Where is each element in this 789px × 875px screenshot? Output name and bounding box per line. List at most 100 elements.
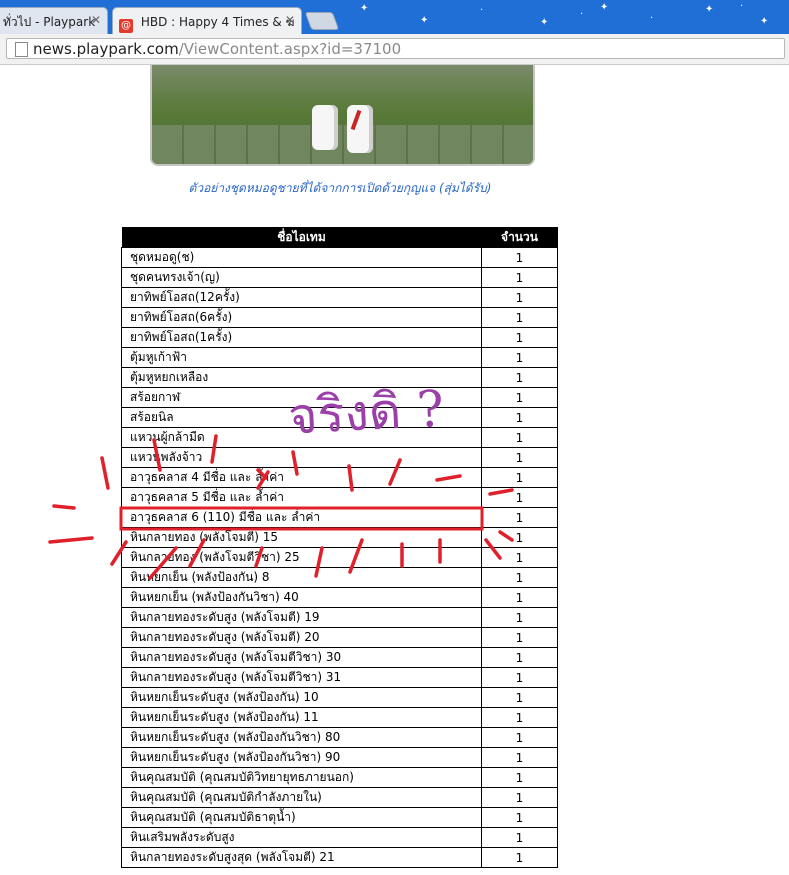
quantity-cell: 1 [481, 427, 558, 448]
quantity-cell: 1 [481, 747, 558, 768]
tab-strip: ✦ ✦ · ✦ ✦ · ✦ ✦ · · ทั่วไป - Playpark ✕ @ HBD… [0, 0, 789, 34]
table-row: ตุ้มหูหยกเหลือง 1 [121, 367, 558, 388]
item-name-cell: หินหยกเย็น (พลังป้องกันวิชา) 40 [121, 587, 482, 608]
item-table: ชื่อไอเทม จำนวน ชุดหมอดู(ช) 1 ชุดคนทรงเจ้า… [121, 227, 558, 868]
table-row: หินกลายทองระดับสูง (พลังโจมตีวิชา) 31 1 [121, 667, 558, 688]
item-name-cell: หินกลายทอง (พลังโจมตีวิชา) 25 [121, 547, 482, 568]
quantity-cell: 1 [481, 527, 558, 548]
table-row: หินคุณสมบัติ (คุณสมบัติธาตุน้ำ) 1 [121, 807, 558, 828]
url-path: /ViewContent.aspx?id=37100 [178, 40, 402, 58]
table-row: หินหยกเย็นระดับสูง (พลังป้องกัน) 11 1 [121, 707, 558, 728]
table-row: หินกลายทอง (พลังโจมตี) 15 1 [121, 527, 558, 548]
table-row: ชุดคนทรงเจ้า(ญ) 1 [121, 267, 558, 288]
item-name-cell: ชุดหมอดู(ช) [121, 247, 482, 268]
item-name-cell: อาวุธคลาส 5 มีชื่อ และ ล้ำค่า [121, 487, 482, 508]
table-header-row: ชื่อไอเทม จำนวน [121, 227, 558, 248]
quantity-cell: 1 [481, 687, 558, 708]
item-name-cell: ตุ้มหูหยกเหลือง [121, 367, 482, 388]
table-row: หินหยกเย็นระดับสูง (พลังป้องกันวิชา) 80 1 [121, 727, 558, 748]
close-icon[interactable]: ✕ [285, 13, 295, 27]
quantity-cell: 1 [481, 727, 558, 748]
item-name-cell: หินคุณสมบัติ (คุณสมบัติกำลังภายใน) [121, 787, 482, 808]
quantity-cell: 1 [481, 807, 558, 828]
quantity-cell: 1 [481, 507, 558, 528]
quantity-cell: 1 [481, 587, 558, 608]
item-name-cell: สร้อยนิล [121, 407, 482, 428]
item-name-cell: ยาทิพย์โอสถ(6ครั้ง) [121, 307, 482, 328]
table-row: ตุ้มหูเก้าฟ้า 1 [121, 347, 558, 368]
item-name-cell: หินหยกเย็นระดับสูง (พลังป้องกัน) 11 [121, 707, 482, 728]
quantity-cell: 1 [481, 607, 558, 628]
image-caption: ตัวอย่างชุดหมอดูชายที่ได้จากการเปิดด้วยก… [188, 181, 492, 195]
item-name-cell: หินหยกเย็น (พลังป้องกัน) 8 [121, 567, 482, 588]
item-name-cell: หินเสริมพลังระดับสูง [121, 827, 482, 848]
table-row: หินหยกเย็นระดับสูง (พลังป้องกัน) 10 1 [121, 687, 558, 708]
quantity-cell: 1 [481, 367, 558, 388]
quantity-cell: 1 [481, 347, 558, 368]
quantity-cell: 1 [481, 447, 558, 468]
table-row: ยาทิพย์โอสถ(6ครั้ง) 1 [121, 307, 558, 328]
table-row: แหวนผู้กล้ามืด 1 [121, 427, 558, 448]
table-row: หินหยกเย็น (พลังป้องกัน) 81 [121, 567, 558, 588]
quantity-cell: 1 [481, 847, 558, 868]
toolbar: news.playpark.com/ViewContent.aspx?id=37… [0, 34, 789, 65]
column-header-quantity: จำนวน [481, 227, 558, 248]
item-name-cell: แหวนผู้กล้ามืด [121, 427, 482, 448]
item-name-cell: หินกลายทองระดับสูง (พลังโจมตีวิชา) 31 [121, 667, 482, 688]
quantity-cell: 1 [481, 667, 558, 688]
item-name-cell: อาวุธคลาส 4 มีชื่อ และ ล้ำค่า [121, 467, 482, 488]
table-row: สร้อยกาฬ 1 [121, 387, 558, 408]
quantity-cell: 1 [481, 707, 558, 728]
quantity-cell: 1 [481, 307, 558, 328]
table-row: หินคุณสมบัติ (คุณสมบัติวิทยายุทธภายนอก) 1 [121, 767, 558, 788]
item-name-cell: หินคุณสมบัติ (คุณสมบัติวิทยายุทธภายนอก) [121, 767, 482, 788]
item-name-cell: หินกลายทองระดับสูงสุด (พลังโจมตี) 21 [121, 847, 482, 868]
page-content: ตัวอย่างชุดหมอดูชายที่ได้จากการเปิดด้วยก… [0, 65, 789, 875]
item-name-cell: ยาทิพย์โอสถ(12ครั้ง) [121, 287, 482, 308]
quantity-cell: 1 [481, 387, 558, 408]
item-name-cell: แหวนพลังจ้าว [121, 447, 482, 468]
quantity-cell: 1 [481, 767, 558, 788]
page-icon [15, 42, 28, 57]
table-row: ยาทิพย์โอสถ(1ครั้ง) 1 [121, 327, 558, 348]
table-body: ชุดหมอดู(ช) 1 ชุดคนทรงเจ้า(ญ) 1 ยาทิพย์โอสถ(… [121, 247, 558, 868]
tab-label: HBD : Happy 4 Times & ฆ [140, 15, 295, 29]
item-name-cell: อาวุธคลาส 6 (110) มีชื่อ และ ล่ำค่า [121, 507, 482, 528]
table-row: หินคุณสมบัติ (คุณสมบัติกำลังภายใน) 1 [121, 787, 558, 808]
close-icon[interactable]: ✕ [91, 13, 101, 27]
item-name-cell: หินกลายทอง (พลังโจมตี) 15 [121, 527, 482, 548]
quantity-cell: 1 [481, 567, 558, 588]
table-row: หินกลายทอง (พลังโจมตีวิชา) 25 1 [121, 547, 558, 568]
quantity-cell: 1 [481, 787, 558, 808]
quantity-cell: 1 [481, 407, 558, 428]
table-row: อาวุธคลาส 4 มีชื่อ และ ล้ำค่า 1 [121, 467, 558, 488]
table-row: หินกลายทองระดับสูง (พลังโจมตี) 19 1 [121, 607, 558, 628]
address-bar[interactable]: news.playpark.com/ViewContent.aspx?id=37… [6, 38, 785, 59]
table-row: สร้อยนิล 1 [121, 407, 558, 428]
tab-label: ทั่วไป - Playpark [3, 15, 96, 29]
column-header-item-name: ชื่อไอเทม [121, 227, 482, 248]
quantity-cell: 1 [481, 287, 558, 308]
quantity-cell: 1 [481, 827, 558, 848]
tab-hbd[interactable]: @ HBD : Happy 4 Times & ฆ ✕ [112, 7, 302, 34]
tab-playpark[interactable]: ทั่วไป - Playpark ✕ [0, 7, 108, 34]
new-tab-button[interactable] [304, 12, 340, 30]
quantity-cell: 1 [481, 467, 558, 488]
table-row: หินหยกเย็นระดับสูง (พลังป้องกันวิชา) 90 1 [121, 747, 558, 768]
quantity-cell: 1 [481, 627, 558, 648]
quantity-cell: 1 [481, 487, 558, 508]
table-row: แหวนพลังจ้าว 1 [121, 447, 558, 468]
item-name-cell: ตุ้มหูเก้าฟ้า [121, 347, 482, 368]
url-host: news.playpark.com [33, 40, 179, 58]
item-name-cell: ชุดคนทรงเจ้า(ญ) [121, 267, 482, 288]
quantity-cell: 1 [481, 547, 558, 568]
costume-preview-image [150, 65, 535, 166]
item-name-cell: หินหยกเย็นระดับสูง (พลังป้องกันวิชา) 80 [121, 727, 482, 748]
item-name-cell: หินกลายทองระดับสูง (พลังโจมตี) 20 [121, 627, 482, 648]
quantity-cell: 1 [481, 647, 558, 668]
table-row: อาวุธคลาส 6 (110) มีชื่อ และ ล่ำค่า 1 [121, 507, 558, 528]
table-row: หินกลายทองระดับสูง (พลังโจมตี) 20 1 [121, 627, 558, 648]
table-row: หินเสริมพลังระดับสูง 1 [121, 827, 558, 848]
item-name-cell: หินกลายทองระดับสูง (พลังโจมตีวิชา) 30 [121, 647, 482, 668]
item-name-cell: ยาทิพย์โอสถ(1ครั้ง) [121, 327, 482, 348]
